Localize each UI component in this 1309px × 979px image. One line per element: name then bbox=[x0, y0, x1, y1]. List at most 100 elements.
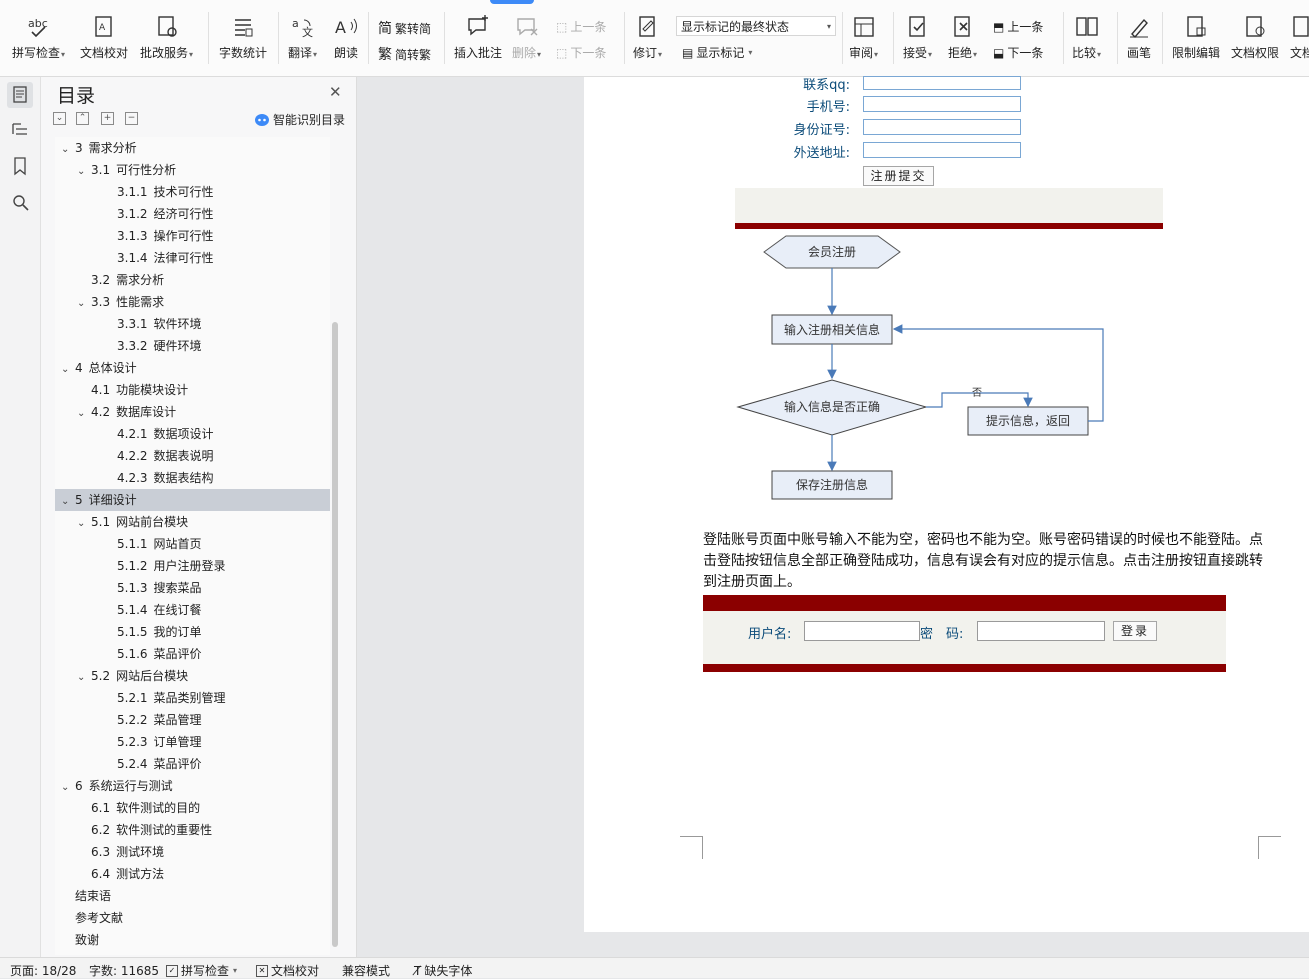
prev-comment-button[interactable]: ⬚ 上一条 bbox=[556, 18, 606, 35]
login-username-field[interactable] bbox=[804, 621, 920, 641]
toc-item[interactable]: 5.2.1 菜品类别管理 bbox=[55, 687, 330, 709]
toc-scrollbar[interactable] bbox=[332, 322, 338, 947]
toc-item[interactable]: ⌄ 4.2 数据库设计 bbox=[55, 401, 330, 423]
pen-button[interactable]: 画笔 bbox=[1126, 14, 1152, 61]
search-button[interactable] bbox=[7, 189, 33, 215]
read-aloud-button[interactable]: A 朗读 bbox=[333, 14, 359, 61]
bookmark-button[interactable] bbox=[7, 153, 33, 179]
chevron-down-icon[interactable]: ⌄ bbox=[77, 667, 91, 689]
page-indicator[interactable]: 页面: 18/28 bbox=[10, 962, 76, 979]
outline-button[interactable] bbox=[7, 117, 33, 143]
toc-item[interactable]: 5.1.5 我的订单 bbox=[55, 621, 330, 643]
next-comment-button[interactable]: ⬚ 下一条 bbox=[556, 44, 606, 61]
word-count-indicator[interactable]: 字数: 11685 bbox=[89, 962, 159, 979]
toc-item[interactable]: 4.2.3 数据表结构 bbox=[55, 467, 330, 489]
collapse-all-icon[interactable]: ⌄ bbox=[53, 112, 66, 125]
expand-all-icon[interactable]: ⌃ bbox=[76, 112, 89, 125]
chevron-down-icon[interactable]: ⌄ bbox=[77, 513, 91, 535]
chevron-down-icon[interactable]: ⌄ bbox=[61, 139, 75, 161]
toc-item[interactable]: ⌄ 4 总体设计 bbox=[55, 357, 330, 379]
simp-to-trad-button[interactable]: 繁简转繁 bbox=[378, 44, 431, 64]
toc-item[interactable]: 3.1.1 技术可行性 bbox=[55, 181, 330, 203]
close-icon[interactable]: ✕ bbox=[329, 83, 342, 101]
toc-item[interactable]: 6.4 测试方法 bbox=[55, 863, 330, 885]
toc-item-label: 软件测试的重要性 bbox=[116, 823, 213, 837]
toc-item[interactable]: 5.2.4 菜品评价 bbox=[55, 753, 330, 775]
chevron-down-icon[interactable]: ⌄ bbox=[61, 491, 75, 513]
proofread-button[interactable]: A 文档校对 bbox=[80, 14, 128, 61]
toc-item[interactable]: ⌄ 3.3 性能需求 bbox=[55, 291, 330, 313]
next-change-button[interactable]: ⬓ 下一条 bbox=[993, 44, 1043, 61]
register-submit-button[interactable]: 注册提交 bbox=[863, 166, 934, 186]
add-heading-icon[interactable]: + bbox=[101, 112, 114, 125]
markup-state-select[interactable]: 显示标记的最终状态 ▾ bbox=[676, 16, 836, 36]
revise-button[interactable]: 修订▾ bbox=[633, 14, 662, 61]
chevron-down-icon[interactable]: ⌄ bbox=[77, 403, 91, 425]
compare-button[interactable]: 比较▾ bbox=[1072, 14, 1101, 61]
toc-item[interactable]: 参考文献 bbox=[55, 907, 330, 929]
toc-item[interactable]: 5.2.2 菜品管理 bbox=[55, 709, 330, 731]
flow-prompt-node: 提示信息，返回 bbox=[967, 406, 1089, 436]
smart-toc-button[interactable]: 智能识别目录 bbox=[255, 111, 345, 128]
toc-item[interactable]: 6.1 软件测试的目的 bbox=[55, 797, 330, 819]
toc-item[interactable]: ⌄ 5.1 网站前台模块 bbox=[55, 511, 330, 533]
toc-item[interactable]: ⌄ 3 需求分析 bbox=[55, 137, 330, 159]
login-button[interactable]: 登录 bbox=[1113, 621, 1157, 641]
doc-permission-button[interactable]: 文档权限 bbox=[1231, 14, 1279, 61]
status-proofread-button[interactable]: ✕ 文档校对 bbox=[256, 962, 319, 979]
toc-item[interactable]: ⌄ 3.1 可行性分析 bbox=[55, 159, 330, 181]
toc-item[interactable]: 结束语 bbox=[55, 885, 330, 907]
toc-item[interactable]: 6.3 测试环境 bbox=[55, 841, 330, 863]
translate-button[interactable]: a文 翻译▾ bbox=[288, 14, 317, 61]
toc-item[interactable]: ⌄ 6 系统运行与测试 bbox=[55, 775, 330, 797]
toc-item[interactable]: ⌄ 5.2 网站后台模块 bbox=[55, 665, 330, 687]
chevron-down-icon[interactable]: ⌄ bbox=[61, 777, 75, 799]
toc-item-label: 数据项设计 bbox=[153, 427, 214, 441]
toc-pane-button[interactable] bbox=[7, 82, 33, 108]
toc-item[interactable]: 3.3.1 软件环境 bbox=[55, 313, 330, 335]
address-field[interactable] bbox=[863, 142, 1021, 158]
toc-item[interactable]: 4.1 功能模块设计 bbox=[55, 379, 330, 401]
trad-to-simp-button[interactable]: 简繁转简 bbox=[378, 18, 431, 38]
toc-item[interactable]: 3.1.3 操作可行性 bbox=[55, 225, 330, 247]
insert-comment-button[interactable]: 插入批注 bbox=[454, 14, 502, 61]
chevron-down-icon[interactable]: ⌄ bbox=[77, 293, 91, 315]
idcard-field[interactable] bbox=[863, 119, 1021, 135]
toc-item[interactable]: 4.2.1 数据项设计 bbox=[55, 423, 330, 445]
toc-item[interactable]: 致谢 bbox=[55, 929, 330, 951]
toc-item[interactable]: 5.1.3 搜索菜品 bbox=[55, 577, 330, 599]
toc-item[interactable]: 5.1.2 用户注册登录 bbox=[55, 555, 330, 577]
doc-more-button[interactable]: 文档 bbox=[1289, 14, 1309, 61]
reject-button[interactable]: 拒绝▾ bbox=[948, 14, 977, 61]
toc-item[interactable]: 5.1.6 菜品评价 bbox=[55, 643, 330, 665]
restrict-edit-button[interactable]: 限制编辑 bbox=[1172, 14, 1220, 61]
status-spellcheck-button[interactable]: ✓ 拼写检查 ▾ bbox=[166, 962, 237, 979]
chevron-down-icon[interactable]: ⌄ bbox=[77, 161, 91, 183]
body-paragraph: 登陆账号页面中账号输入不能为空，密码也不能为空。账号密码错误的时候也不能登陆。点… bbox=[703, 532, 1263, 590]
login-password-field[interactable] bbox=[977, 621, 1105, 641]
show-markup-button[interactable]: ▤ 显示标记 ▾ bbox=[682, 44, 752, 61]
accept-button[interactable]: 接受▾ bbox=[903, 14, 932, 61]
toc-item[interactable]: 3.3.2 硬件环境 bbox=[55, 335, 330, 357]
toc-item[interactable]: 3.2 需求分析 bbox=[55, 269, 330, 291]
page-corner-mark bbox=[1258, 836, 1281, 859]
toc-item[interactable]: 5.2.3 订单管理 bbox=[55, 731, 330, 753]
remove-heading-icon[interactable]: − bbox=[125, 112, 138, 125]
toc-item[interactable]: 5.1.1 网站首页 bbox=[55, 533, 330, 555]
review-pane-button[interactable]: 审阅▾ bbox=[849, 14, 878, 61]
toc-item[interactable]: 4.2.2 数据表说明 bbox=[55, 445, 330, 467]
delete-comment-button[interactable]: 删除▾ bbox=[512, 14, 541, 61]
toc-item[interactable]: 5.1.4 在线订餐 bbox=[55, 599, 330, 621]
prev-change-button[interactable]: ⬒ 上一条 bbox=[993, 18, 1043, 35]
missing-font-button[interactable]: T̸ 缺失字体 bbox=[414, 962, 472, 979]
toc-item[interactable]: ⌄ 5 详细设计 bbox=[55, 489, 330, 511]
toc-item[interactable]: 3.1.4 法律可行性 bbox=[55, 247, 330, 269]
phone-field[interactable] bbox=[863, 96, 1021, 112]
word-count-button[interactable]: 字数统计 bbox=[219, 14, 267, 61]
toc-item[interactable]: 3.1.2 经济可行性 bbox=[55, 203, 330, 225]
batch-service-button[interactable]: 批改服务▾ bbox=[140, 14, 193, 61]
toc-item[interactable]: 6.2 软件测试的重要性 bbox=[55, 819, 330, 841]
spellcheck-button[interactable]: abc 拼写检查▾ bbox=[12, 14, 65, 61]
chevron-down-icon[interactable]: ⌄ bbox=[61, 359, 75, 381]
qq-field[interactable] bbox=[863, 76, 1021, 90]
